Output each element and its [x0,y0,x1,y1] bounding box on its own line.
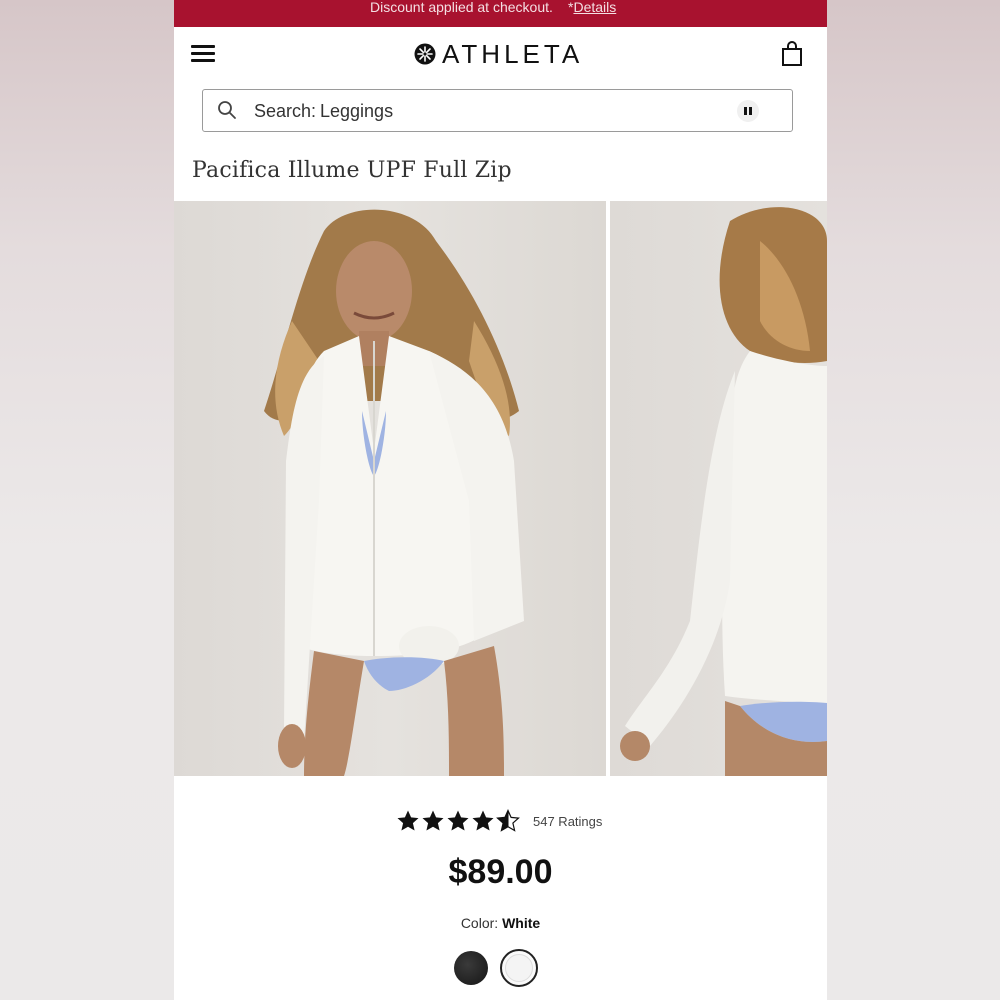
site-header: ATHLETA [174,27,827,83]
rating-stars [396,809,521,833]
promo-details-link[interactable]: *Details [568,0,616,15]
product-title: Pacifica Illume UPF Full Zip [192,158,512,183]
hamburger-menu-icon[interactable] [191,43,215,63]
search-icon [218,101,236,119]
product-page: Discount applied at checkout. *Details A… [174,0,827,1000]
star-full-icon [397,810,419,831]
brand-logo[interactable]: ATHLETA [414,39,583,69]
promo-text: Discount applied at checkout. [370,0,553,15]
background-left [0,0,174,1000]
athleta-logo-icon [414,43,436,65]
star-full-icon [447,810,469,831]
shopping-bag-icon[interactable] [781,41,803,67]
color-label: Color: [460,915,499,931]
background-right [827,0,1000,1000]
star-half-icon [496,809,520,832]
product-price: $89.00 [448,853,553,891]
product-rating[interactable]: 547 Ratings [396,808,602,834]
ratings-count[interactable]: 547 Ratings [533,814,602,829]
star-full-icon [472,810,494,831]
product-photo-front[interactable] [174,201,606,776]
brand-name: ATHLETA [442,38,584,69]
details-link-label[interactable]: Details [573,0,616,15]
color-selection-label: Color: White [174,915,827,931]
pause-icon[interactable] [737,100,759,122]
product-image-gallery[interactable] [174,201,827,776]
model-front-illustration [264,209,524,776]
color-swatch-black[interactable] [454,951,488,985]
search-bar[interactable]: Search: [202,89,793,132]
search-input[interactable] [320,99,720,123]
promo-banner: Discount applied at checkout. *Details [174,0,827,27]
selected-color: White [502,915,541,931]
star-full-icon [422,810,444,831]
color-swatch-white[interactable] [500,949,538,987]
model-back-illustration [620,207,827,776]
search-label: Search: [254,101,317,121]
product-photo-back[interactable] [610,201,827,776]
